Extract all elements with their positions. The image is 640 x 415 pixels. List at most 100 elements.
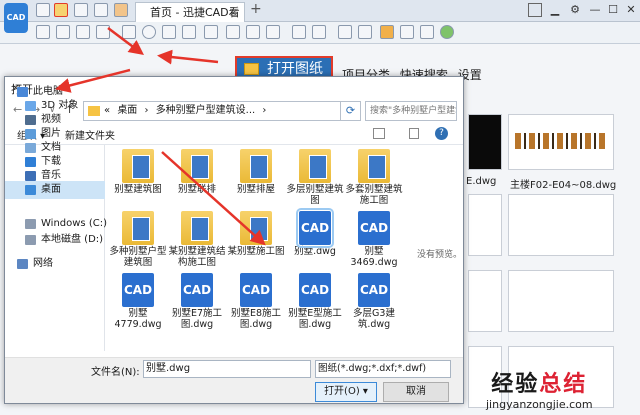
add-tab-icon[interactable]: + <box>250 1 262 17</box>
vip-icon[interactable] <box>528 3 542 17</box>
layer-icon[interactable] <box>380 25 394 39</box>
close-icon[interactable]: ✕ <box>624 3 638 17</box>
cloud-icon[interactable] <box>204 25 218 39</box>
cad-file[interactable]: CAD 别墅4779.dwg <box>109 273 167 330</box>
arc-icon[interactable] <box>162 25 176 39</box>
tab-close-icon[interactable]: × <box>215 3 238 22</box>
folder-item[interactable]: 多层别墅建筑图 <box>286 149 344 206</box>
eraser-icon[interactable] <box>338 25 352 39</box>
breadcrumb-folder[interactable]: 多种别墅户型建筑设... <box>156 105 256 116</box>
file-name: 别墅E型施工图.dwg <box>288 308 342 330</box>
cad-file[interactable]: CAD 多层G3建筑.dwg <box>345 273 403 330</box>
folder-item[interactable]: 多套别墅建筑施工图 <box>345 149 403 206</box>
circle-icon[interactable] <box>142 25 156 39</box>
file-name: 某别墅施工图 <box>227 246 285 257</box>
drawing-thumbnail[interactable] <box>468 114 502 170</box>
zoom-window-icon[interactable] <box>76 25 90 39</box>
restore-icon[interactable]: — <box>588 3 602 17</box>
open-folder-icon[interactable] <box>54 3 68 17</box>
drawing-thumbnail[interactable] <box>508 270 614 332</box>
folder-item[interactable]: 某别墅施工图 <box>227 211 285 257</box>
cad-file-icon: CAD <box>240 273 272 307</box>
breadcrumb-desktop[interactable]: 桌面 <box>117 105 137 116</box>
folder-icon <box>181 149 213 183</box>
line-icon[interactable] <box>122 25 136 39</box>
preview-pane-icon[interactable] <box>409 128 419 139</box>
watermark: 经验总结 jingyanzongjie.com <box>486 366 593 411</box>
nav-item-icon <box>25 157 36 167</box>
zoom-icon[interactable] <box>56 25 70 39</box>
drawing-thumbnail[interactable] <box>468 270 502 332</box>
help-icon[interactable]: ? <box>435 127 448 140</box>
drawing-thumbnail[interactable] <box>468 194 502 256</box>
folder-item[interactable]: 别墅建筑图 <box>109 149 167 195</box>
maximize-icon[interactable]: ☐ <box>606 3 620 17</box>
toolbar <box>0 22 640 44</box>
folder-item[interactable]: 别墅联排 <box>168 149 226 195</box>
nav-item[interactable]: 本地磁盘 (D:) <box>5 231 105 249</box>
app-logo: CAD <box>4 3 28 33</box>
minimize-icon[interactable]: ▁ <box>548 3 562 17</box>
rect-icon[interactable] <box>226 25 240 39</box>
draw-icon[interactable] <box>182 25 196 39</box>
nav-item-icon <box>17 87 28 97</box>
cad-file-icon: CAD <box>358 273 390 307</box>
file-name: 别墅3469.dwg <box>350 246 398 268</box>
folder-item[interactable]: 别墅排屋 <box>227 149 285 195</box>
measure-icon[interactable] <box>96 25 110 39</box>
text-icon[interactable] <box>266 25 280 39</box>
file-name: 别墅4779.dwg <box>114 308 162 330</box>
filename-input[interactable]: 别墅.dwg <box>143 360 311 378</box>
cad-file[interactable]: CAD 别墅E8施工图.dwg <box>227 273 285 330</box>
refresh-icon[interactable]: ⟳ <box>341 101 361 121</box>
search-input[interactable]: 搜索"多种别墅户型建筑设计C... <box>365 101 457 121</box>
cad-file[interactable]: CAD 别墅E7施工图.dwg <box>168 273 226 330</box>
thumbnail-label: E.dwg <box>466 176 497 187</box>
folder-icon <box>181 211 213 245</box>
nav-item[interactable]: 桌面 <box>5 181 105 199</box>
watermark-url: jingyanzongjie.com <box>486 398 593 411</box>
nav-item[interactable]: 网络 <box>5 255 105 273</box>
nav-item-icon <box>25 115 36 125</box>
cad-file[interactable]: CAD 别墅.dwg <box>286 208 344 257</box>
settings-icon[interactable]: ⚙ <box>568 3 582 17</box>
view-icon[interactable] <box>373 128 385 139</box>
file-name: 某别墅建筑结构施工图 <box>168 246 226 268</box>
cad-file[interactable]: CAD 别墅E型施工图.dwg <box>286 273 344 330</box>
breadcrumb-separator: › <box>144 105 149 116</box>
color-icon[interactable] <box>440 25 454 39</box>
nav-item-label: 本地磁盘 (D:) <box>41 234 104 245</box>
layout-icon[interactable] <box>400 25 414 39</box>
nav-item-icon <box>25 129 36 139</box>
new-file-icon[interactable] <box>36 3 50 17</box>
open-button[interactable]: 打开(O) ▾ <box>315 382 377 402</box>
cancel-button[interactable]: 取消 <box>383 382 449 402</box>
print-icon[interactable] <box>94 3 108 17</box>
drawing-thumbnail[interactable] <box>508 194 614 256</box>
folder-icon <box>299 149 331 183</box>
hide-icon[interactable] <box>358 25 372 39</box>
nav-item-label: 网络 <box>33 258 53 269</box>
breadcrumb[interactable]: « 桌面 › 多种别墅户型建筑设... › <box>83 101 341 121</box>
text-box-icon[interactable] <box>246 25 260 39</box>
folder-icon <box>122 211 154 245</box>
filetype-select[interactable]: 图纸(*.dwg;*.dxf;*.dwf) <box>315 360 451 378</box>
drawing-thumbnail[interactable] <box>508 114 614 170</box>
batch-icon[interactable] <box>114 3 128 17</box>
tab-home[interactable]: 首页 - 迅捷CAD看图 × <box>135 2 245 38</box>
watermark-text: 经验 <box>491 372 540 397</box>
drawing-preview <box>515 133 607 149</box>
save-icon[interactable] <box>74 3 88 17</box>
file-name: 多层G3建筑.dwg <box>353 308 395 330</box>
folder-item[interactable]: 某别墅建筑结构施工图 <box>168 211 226 268</box>
folder-item[interactable]: 多种别墅户型建筑图 <box>109 211 167 268</box>
title-bar: 首页 - 迅捷CAD看图 × + ▁ ⚙ — ☐ ✕ <box>0 0 640 38</box>
compare-icon[interactable] <box>420 25 434 39</box>
nav-item-icon <box>25 101 36 111</box>
dim-align-icon[interactable] <box>312 25 326 39</box>
cad-file[interactable]: CAD 别墅3469.dwg <box>345 211 403 268</box>
file-name: 多种别墅户型建筑图 <box>109 246 167 268</box>
dim-icon[interactable] <box>292 25 306 39</box>
pan-icon[interactable] <box>36 25 50 39</box>
nav-item-icon <box>25 219 36 229</box>
